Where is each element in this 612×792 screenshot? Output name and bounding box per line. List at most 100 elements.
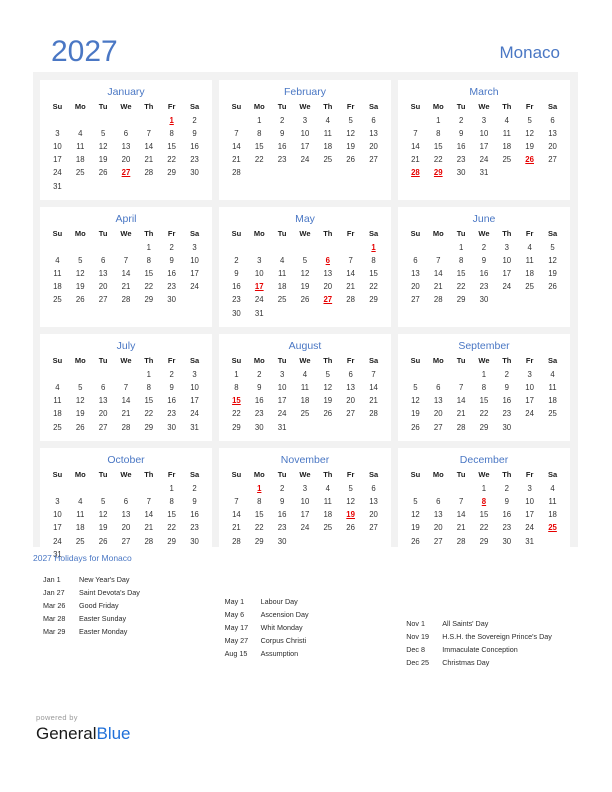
- month-card-may: May Su Mo Tu We Th Fr Sa 1 2 3 4 5 6 7 8 9 10 11 12 13 14 15 1…: [219, 207, 391, 328]
- day-cell: 15: [433, 141, 443, 151]
- day-cell: 26: [300, 295, 310, 305]
- day-cell: 10: [525, 496, 534, 506]
- calendar-row: October Su Mo Tu We Th Fr Sa 1 2 3 4 5 6 7 8 9 10 11 12 13 1…: [40, 448, 571, 569]
- week-row: 2 3 4 5 6 7 8: [225, 254, 385, 267]
- day-cell: 22: [254, 155, 264, 165]
- weekday-header-row: Su Mo Tu We Th Fr Sa: [404, 355, 564, 368]
- day-cell: 1: [481, 483, 487, 493]
- day-cell: 6: [436, 496, 441, 506]
- day-cell-holiday: 28: [411, 168, 420, 178]
- day-cell: 24: [300, 523, 310, 533]
- week-row: 29 30 31: [225, 421, 385, 434]
- holiday-date: Nov 1: [406, 619, 425, 628]
- day-cell: 24: [525, 523, 534, 533]
- day-cell: 5: [413, 383, 418, 393]
- holiday-date: May 6: [224, 610, 245, 619]
- weekday-header-su: Su: [52, 229, 63, 239]
- week-row: 9 10 11 12 13 14 15: [225, 268, 385, 281]
- week-row: 28 29 30 31: [404, 167, 564, 180]
- day-cell: 17: [479, 141, 489, 151]
- day-cell: 17: [525, 396, 534, 406]
- holiday-list-item: May 1 Labour Day: [225, 595, 407, 608]
- day-cell: 14: [369, 383, 378, 393]
- day-cell: 10: [190, 255, 199, 265]
- day-cell: 16: [232, 282, 241, 292]
- month-title: May: [295, 213, 315, 226]
- day-cell: 9: [481, 255, 487, 265]
- day-cell: 30: [502, 422, 512, 432]
- day-cell: 11: [323, 128, 332, 138]
- holiday-date: Dec 25: [406, 658, 429, 667]
- day-cell: 2: [481, 242, 487, 252]
- day-cell: 4: [527, 242, 532, 252]
- week-row: 30 31: [225, 307, 385, 320]
- day-cell: 8: [481, 383, 487, 393]
- weekday-header-we: We: [478, 102, 490, 111]
- day-cell: 14: [433, 269, 443, 279]
- month-day-grid: Su Mo Tu We Th Fr Sa 1 2 3 4 5 6 7 8 9 10 11 12 13 14 15 16 17…: [404, 469, 564, 548]
- day-cell: 21: [144, 523, 154, 533]
- week-row: 11 12 13 14 15 16 17: [46, 395, 206, 408]
- day-cell: 3: [302, 483, 308, 493]
- day-cell: 3: [481, 115, 487, 125]
- holiday-list-item: May 6 Ascension Day: [225, 608, 407, 621]
- day-cell: 2: [192, 483, 197, 493]
- day-cell-empty: [92, 114, 115, 127]
- holiday-list-item: May 17 Whit Monday: [225, 621, 407, 634]
- day-cell: 9: [458, 128, 464, 138]
- weekday-header-sa: Sa: [368, 102, 379, 111]
- day-cell: 4: [550, 483, 555, 493]
- day-cell: 6: [100, 255, 106, 265]
- week-row: 26 27 28 29 30: [404, 421, 564, 434]
- day-cell: 31: [479, 168, 489, 178]
- week-row: 1: [225, 241, 385, 254]
- weekday-header-we: We: [478, 356, 490, 366]
- day-cell: 29: [456, 295, 466, 305]
- day-cell: 17: [300, 141, 310, 151]
- day-cell: 16: [167, 269, 176, 279]
- weekday-header-row: Su Mo Tu We Th Fr Sa: [404, 469, 564, 482]
- day-cell: 5: [527, 115, 532, 125]
- day-cell: 4: [302, 369, 308, 379]
- day-cell: 12: [346, 496, 355, 506]
- day-cell: 22: [254, 523, 264, 533]
- generalblue-logo[interactable]: GeneralBlue: [36, 723, 131, 744]
- day-cell: 25: [75, 168, 85, 178]
- weekday-header-we: We: [299, 102, 311, 111]
- day-cell: 2: [192, 115, 197, 125]
- day-cell-empty: [362, 535, 385, 548]
- month-card-october: October Su Mo Tu We Th Fr Sa 1 2 3 4 5 6 7 8 9 10 11 12 13 1…: [40, 448, 212, 569]
- day-cell: 8: [234, 383, 239, 393]
- day-cell: 21: [346, 282, 355, 292]
- weekday-header-tu: Tu: [456, 356, 466, 366]
- day-cell: 20: [323, 282, 333, 292]
- day-cell: 5: [302, 255, 308, 265]
- day-cell: 17: [525, 510, 534, 520]
- day-cell-empty: [518, 421, 541, 434]
- holiday-list-item: Dec 25 Christmas Day: [406, 656, 578, 669]
- day-cell: 18: [300, 396, 310, 406]
- day-cell: 24: [190, 282, 199, 292]
- week-row: 17 18 19 20 21 22 23: [46, 522, 206, 535]
- day-cell: 8: [257, 128, 262, 138]
- weekday-header-sa: Sa: [189, 356, 200, 366]
- day-cell: 24: [502, 282, 512, 292]
- day-cell: 4: [78, 496, 83, 506]
- day-cell: 11: [278, 269, 287, 279]
- day-cell-empty: [294, 421, 317, 434]
- day-cell: 16: [167, 396, 176, 406]
- week-row: 20 21 22 23 24 25 26: [404, 281, 564, 294]
- weekday-header-mo: Mo: [432, 102, 444, 111]
- day-cell-empty: [115, 114, 138, 127]
- month-card-april: April Su Mo Tu We Th Fr Sa 1 2 3 4 5 6 7 8 9 10 11 12 13 14 1…: [40, 207, 212, 328]
- powered-by-label: powered by: [36, 713, 78, 722]
- day-cell: 23: [190, 155, 199, 165]
- holiday-name: Ascension Day: [260, 610, 309, 619]
- week-row: 12 13 14 15 16 17 18: [404, 509, 564, 522]
- day-cell: 29: [254, 536, 264, 546]
- day-cell: 10: [53, 141, 62, 151]
- day-cell: 25: [300, 409, 310, 419]
- day-cell-holiday: 19: [346, 510, 355, 520]
- day-cell: 9: [169, 383, 174, 393]
- week-row: 1 2 3 4 5: [404, 241, 564, 254]
